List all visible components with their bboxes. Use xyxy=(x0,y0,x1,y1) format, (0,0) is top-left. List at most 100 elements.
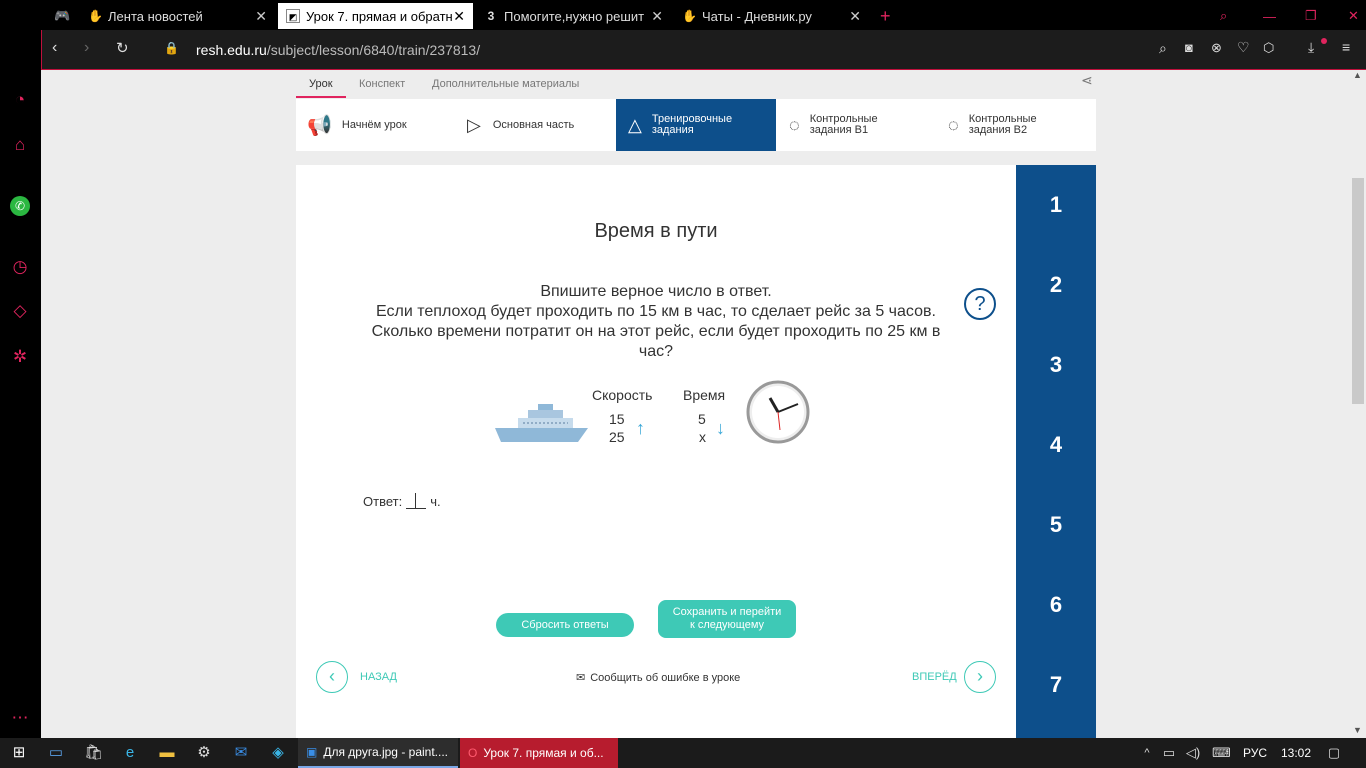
task-number-7[interactable]: 7 xyxy=(1016,672,1096,698)
section-control-b1[interactable]: ◌ Контрольные задания В1 xyxy=(789,99,949,151)
section-label: Начнём урок xyxy=(341,119,407,131)
close-icon[interactable]: ✕ xyxy=(849,8,861,25)
tab-extra-link[interactable]: Дополнительные материалы xyxy=(432,78,579,90)
cube-icon[interactable]: ◇ xyxy=(10,301,30,321)
tab-summary-link[interactable]: Конспект xyxy=(359,78,405,90)
bag-icon[interactable]: ⌂ xyxy=(10,135,30,155)
minimize-icon[interactable]: — xyxy=(1255,3,1281,29)
close-icon[interactable]: ✕ xyxy=(255,8,267,25)
task-question: Если теплоход будет проходить по 15 км в… xyxy=(371,303,941,360)
section-label: Тренировочные задания xyxy=(651,113,733,136)
section-label: Контрольные задания В1 xyxy=(809,113,878,136)
search-tabs-icon[interactable]: ⌕ xyxy=(1212,3,1238,29)
store-icon[interactable]: 🛍 xyxy=(84,744,103,762)
clock[interactable]: 13:02 xyxy=(1281,746,1311,760)
section-start[interactable]: 📢 Начнём урок xyxy=(307,99,467,151)
settings-icon[interactable]: ⚙ xyxy=(195,744,213,762)
taskbar-app-label: Для друга.jpg - paint.... xyxy=(323,745,449,759)
close-icon[interactable]: ✕ xyxy=(453,8,465,25)
mail-icon[interactable]: ✉ xyxy=(232,744,250,762)
whatsapp-icon[interactable]: ✆ xyxy=(10,196,30,216)
heart-icon[interactable]: ♡ xyxy=(1237,39,1250,56)
url-field[interactable]: resh.edu.ru/subject/lesson/6840/train/23… xyxy=(196,42,480,58)
volume-icon[interactable]: ◁) xyxy=(1184,744,1202,762)
task-number-2[interactable]: 2 xyxy=(1016,272,1096,298)
back-link[interactable]: НАЗАД xyxy=(360,671,397,683)
report-error-link[interactable]: ✉ Сообщить об ошибке в уроке xyxy=(576,671,740,685)
more-icon[interactable]: ⋯ xyxy=(10,708,30,728)
share-icon[interactable]: ⋖ xyxy=(1081,72,1093,89)
new-tab-button[interactable]: + xyxy=(872,3,898,29)
tab-znanija[interactable]: 3 Помогите,нужно решить за ✕ xyxy=(476,3,671,29)
timer-icon: ◌ xyxy=(789,114,800,135)
gamepad-icon[interactable]: 🎮 xyxy=(46,3,72,29)
tab-label: Урок 7. прямая и обратная xyxy=(306,8,456,24)
tab-label: Чаты - Дневник.ру xyxy=(702,8,812,24)
task-title: Время в пути xyxy=(594,220,718,242)
task-number-4[interactable]: 4 xyxy=(1016,432,1096,458)
opera-icon: O xyxy=(468,746,478,760)
tab-chats[interactable]: ✋ Чаты - Дневник.ру ✕ xyxy=(674,3,869,29)
forward-link[interactable]: ВПЕРЁД xyxy=(912,671,957,683)
page-scrollbar[interactable]: ▲ ▼ xyxy=(1350,70,1366,738)
tab-feed[interactable]: ✋ Лента новостей ✕ xyxy=(80,3,275,29)
desktop-icon[interactable]: ▭ xyxy=(47,744,65,762)
taskbar-app-label: Урок 7. прямая и об... xyxy=(483,746,604,760)
close-window-icon[interactable]: ✕ xyxy=(1340,3,1366,29)
scroll-up-icon[interactable]: ▲ xyxy=(1353,70,1362,80)
menu-icon[interactable]: ≡ xyxy=(1342,39,1350,55)
page-viewport: Урок Конспект Дополнительные материалы ⋖… xyxy=(41,70,1350,738)
task-number-5[interactable]: 5 xyxy=(1016,512,1096,538)
cube-icon[interactable]: ⬡ xyxy=(1263,40,1274,56)
back-icon[interactable]: ‹ xyxy=(52,39,57,57)
section-main[interactable]: ▷ Основная часть xyxy=(467,99,627,151)
adblock-icon[interactable]: ⊗ xyxy=(1211,40,1222,56)
browser-sidebar: O ◔ ⌂ ✆ ◷ ◇ ✲ ⋯ xyxy=(0,0,41,738)
taskbar-app-paint[interactable]: ▣ Для друга.jpg - paint.... xyxy=(298,738,458,768)
forward-arrow-button[interactable]: › xyxy=(964,661,996,693)
speed-value-2: 25 xyxy=(609,429,625,445)
znanija-icon: 3 xyxy=(487,9,495,23)
search-icon[interactable]: ⌕ xyxy=(1159,40,1167,57)
task-number-1[interactable]: 1 xyxy=(1016,192,1096,218)
section-label: Контрольные задания В2 xyxy=(968,113,1037,136)
close-icon[interactable]: ✕ xyxy=(651,8,663,25)
app-icon[interactable]: ◈ xyxy=(269,744,287,762)
keyboard-icon[interactable]: ⌨ xyxy=(1212,744,1231,762)
windows-start-icon[interactable]: ⊞ xyxy=(10,744,28,762)
folder-icon[interactable]: ▬ xyxy=(158,744,176,762)
settings-icon[interactable]: ✲ xyxy=(10,347,30,367)
reload-icon[interactable]: ↻ xyxy=(116,39,129,57)
tab-lesson-link[interactable]: Урок xyxy=(309,78,333,90)
task-number-3[interactable]: 3 xyxy=(1016,352,1096,378)
section-control-b2[interactable]: ◌ Контрольные задания В2 xyxy=(948,99,1098,151)
tab-bar: 🎮 ✋ Лента новостей ✕ ◩ Урок 7. прямая и … xyxy=(0,0,1366,30)
speed-dial-icon[interactable]: ◔ xyxy=(10,90,30,110)
history-icon[interactable]: ◷ xyxy=(10,257,30,277)
notifications-icon[interactable]: ▢ xyxy=(1325,744,1343,762)
time-header: Время xyxy=(683,387,726,403)
tray-expand-icon[interactable]: ^ xyxy=(1138,744,1156,762)
answer-input[interactable] xyxy=(406,493,427,509)
scroll-down-icon[interactable]: ▼ xyxy=(1353,725,1362,735)
arrow-down-icon: ↓ xyxy=(716,418,725,438)
task-number-6[interactable]: 6 xyxy=(1016,592,1096,618)
section-training[interactable]: △ Тренировочные задания xyxy=(616,99,776,151)
help-button[interactable]: ? xyxy=(964,288,996,320)
speed-header: Скорость xyxy=(592,387,653,403)
download-icon[interactable]: ⤓ xyxy=(1308,39,1314,56)
scrollbar-thumb[interactable] xyxy=(1352,178,1364,404)
back-arrow-button[interactable]: ‹ xyxy=(316,661,348,693)
save-next-button[interactable]: Сохранить и перейти к следующему xyxy=(658,600,796,638)
forward-icon[interactable]: › xyxy=(84,39,89,57)
answer-unit: ч. xyxy=(430,494,441,509)
restore-icon[interactable]: ❐ xyxy=(1297,3,1323,29)
taskbar-app-opera[interactable]: O Урок 7. прямая и об... xyxy=(460,738,618,768)
camera-icon[interactable]: ◙ xyxy=(1185,40,1193,55)
tab-lesson[interactable]: ◩ Урок 7. прямая и обратная ✕ xyxy=(278,3,473,29)
tab-label: Лента новостей xyxy=(108,8,203,24)
network-icon[interactable]: ▭ xyxy=(1160,744,1178,762)
language-indicator[interactable]: РУС xyxy=(1243,746,1267,760)
edge-icon[interactable]: e xyxy=(121,744,139,762)
reset-button[interactable]: Сбросить ответы xyxy=(496,613,634,637)
